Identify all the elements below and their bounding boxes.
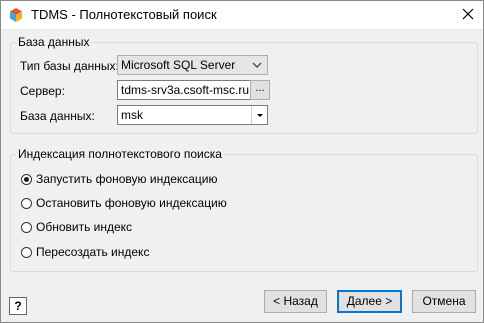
radio-button[interactable] (21, 173, 32, 185)
database-value: msk (121, 108, 143, 122)
db-type-label: Тип базы данных: (20, 59, 119, 73)
help-button[interactable]: ? (9, 297, 27, 315)
back-button[interactable]: < Назад (264, 290, 327, 313)
server-browse-button[interactable]: ... (250, 80, 270, 100)
close-icon (462, 8, 474, 23)
db-type-value: Microsoft SQL Server (121, 58, 236, 72)
radio-button[interactable] (21, 197, 32, 209)
radio-label: Обновить индекс (36, 220, 133, 234)
server-value: tdms-srv3a.csoft-msc.ru (121, 83, 250, 97)
next-button[interactable]: Далее > (337, 290, 402, 313)
radio-stop-indexing[interactable]: Остановить фоновую индексацию (21, 195, 227, 211)
database-group-title: База данных (16, 35, 92, 49)
radio-label: Пересоздать индекс (36, 245, 150, 259)
server-field[interactable]: tdms-srv3a.csoft-msc.ru (117, 80, 251, 100)
server-label: Сервер: (20, 84, 65, 98)
db-type-select[interactable]: Microsoft SQL Server (117, 55, 268, 75)
database-dropdown-button[interactable] (251, 106, 267, 124)
radio-rebuild-index[interactable]: Пересоздать индекс (21, 244, 149, 260)
close-button[interactable] (453, 1, 483, 29)
chevron-down-icon (251, 59, 263, 71)
radio-button[interactable] (21, 246, 32, 258)
database-group: База данных Тип базы данных: Microsoft S… (10, 35, 478, 134)
database-label: База данных: (20, 109, 95, 123)
radio-update-index[interactable]: Обновить индекс (21, 219, 132, 235)
radio-button[interactable] (21, 221, 32, 233)
tdms-app-icon (8, 7, 24, 23)
radio-start-indexing[interactable]: Запустить фоновую индексацию (21, 171, 218, 187)
radio-label: Запустить фоновую индексацию (36, 172, 218, 186)
cancel-button[interactable]: Отмена (412, 290, 476, 313)
indexing-group-title: Индексация полнотекстового поиска (16, 147, 224, 161)
window-title: TDMS - Полнотекстовый поиск (31, 7, 217, 22)
title-bar: TDMS - Полнотекстовый поиск (1, 1, 483, 30)
dialog-window: TDMS - Полнотекстовый поиск База данных … (0, 0, 484, 323)
radio-label: Остановить фоновую индексацию (36, 196, 227, 210)
database-combo[interactable]: msk (117, 105, 268, 125)
